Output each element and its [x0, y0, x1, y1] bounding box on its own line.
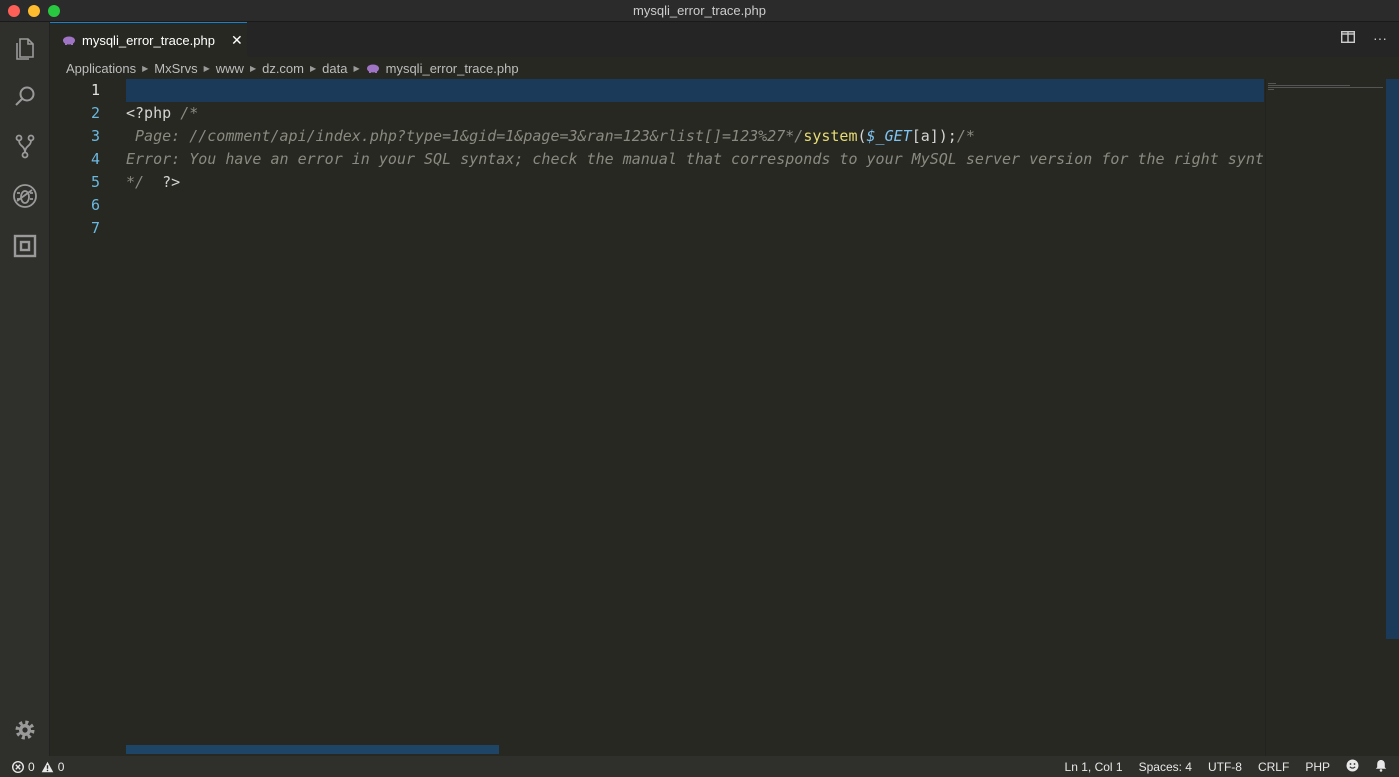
problems-indicator[interactable]: 0 0 — [12, 760, 64, 774]
chevron-right-icon: ▶ — [249, 63, 257, 73]
gear-icon[interactable] — [11, 716, 39, 744]
php-elephant-icon — [366, 64, 379, 73]
code-editor[interactable]: 1 2 3 4 5 6 7 <?php /* Page: //comment/a… — [50, 79, 1399, 756]
minimap-line — [1268, 87, 1383, 88]
chevron-right-icon: ▶ — [142, 63, 149, 73]
minimize-window-button[interactable] — [28, 5, 40, 17]
status-bar-right: Ln 1, Col 1 Spaces: 4 UTF-8 CRLF PHP — [1065, 759, 1387, 775]
cursor-position[interactable]: Ln 1, Col 1 — [1065, 760, 1123, 774]
debug-icon[interactable] — [11, 182, 39, 210]
more-actions-icon[interactable]: ··· — [1373, 30, 1387, 46]
source-control-icon[interactable] — [11, 132, 39, 160]
chevron-right-icon: ▶ — [203, 63, 210, 73]
code-line-3: Page: //comment/api/index.php?type=1&gid… — [126, 127, 975, 145]
breadcrumb-item[interactable]: MxSrvs — [154, 61, 197, 76]
line-number: 1 — [90, 81, 100, 99]
minimap[interactable] — [1265, 79, 1386, 756]
maximize-window-button[interactable] — [48, 5, 60, 17]
title-bar: mysqli_error_trace.php — [0, 0, 1399, 22]
tab-label: mysqli_error_trace.php — [82, 32, 215, 48]
line-number-gutter: 1 2 3 4 5 6 7 — [50, 79, 126, 756]
chevron-right-icon: ▶ — [310, 63, 317, 73]
close-tab-icon[interactable]: ✕ — [231, 32, 243, 49]
line-number: 7 — [90, 219, 100, 237]
breadcrumb-item[interactable]: data — [322, 61, 347, 76]
breadcrumb-item[interactable]: www — [216, 61, 244, 76]
close-window-button[interactable] — [8, 5, 20, 17]
vertical-scrollbar[interactable] — [1386, 79, 1399, 639]
breadcrumb-item[interactable]: Applications — [66, 61, 136, 76]
line-number: 5 — [90, 173, 100, 191]
warning-count: 0 — [57, 759, 65, 774]
chevron-right-icon: ▶ — [353, 63, 360, 73]
warning-icon — [41, 761, 53, 772]
encoding[interactable]: UTF-8 — [1208, 760, 1242, 774]
split-editor-icon[interactable] — [1340, 30, 1356, 46]
minimap-line — [1268, 89, 1274, 90]
language-mode[interactable]: PHP — [1305, 760, 1330, 774]
feedback-smiley-icon[interactable] — [1346, 759, 1359, 775]
line-number: 3 — [90, 127, 100, 145]
breadcrumb-item[interactable]: dz.com — [262, 61, 304, 76]
explorer-icon[interactable] — [11, 34, 39, 62]
minimap-line — [1268, 85, 1350, 86]
status-bar: 0 0 Ln 1, Col 1 Spaces: 4 UTF-8 CRLF PHP — [0, 756, 1399, 777]
php-elephant-icon — [63, 36, 75, 45]
tab-mysqli-error-trace[interactable]: mysqli_error_trace.php ✕ — [50, 22, 247, 57]
end-of-line[interactable]: CRLF — [1258, 760, 1289, 774]
horizontal-scrollbar[interactable] — [126, 745, 499, 754]
activity-bar — [0, 22, 50, 756]
editor-actions: ··· — [1340, 30, 1387, 46]
extensions-icon[interactable] — [11, 232, 39, 260]
window-controls — [8, 5, 60, 17]
line-number: 4 — [90, 150, 100, 168]
code-line-4: Error: You have an error in your SQL syn… — [126, 150, 1264, 168]
window-title: mysqli_error_trace.php — [633, 3, 766, 18]
error-icon — [12, 760, 24, 773]
code-area[interactable]: <?php /* Page: //comment/api/index.php?t… — [126, 79, 1264, 756]
line-number: 2 — [90, 104, 100, 122]
breadcrumb: Applications ▶ MxSrvs ▶ www ▶ dz.com ▶ d… — [50, 57, 1399, 79]
notifications-bell-icon[interactable] — [1375, 759, 1387, 775]
code-line-5: */ ?> — [126, 173, 181, 191]
minimap-line — [1268, 83, 1276, 84]
error-count: 0 — [28, 759, 35, 774]
search-icon[interactable] — [11, 83, 39, 111]
indentation[interactable]: Spaces: 4 — [1139, 760, 1192, 774]
code-line-2: <?php /* — [126, 104, 199, 122]
line-number: 6 — [90, 196, 100, 214]
breadcrumb-item[interactable]: mysqli_error_trace.php — [386, 61, 519, 76]
tab-bar: mysqli_error_trace.php ✕ ··· — [50, 22, 1399, 57]
